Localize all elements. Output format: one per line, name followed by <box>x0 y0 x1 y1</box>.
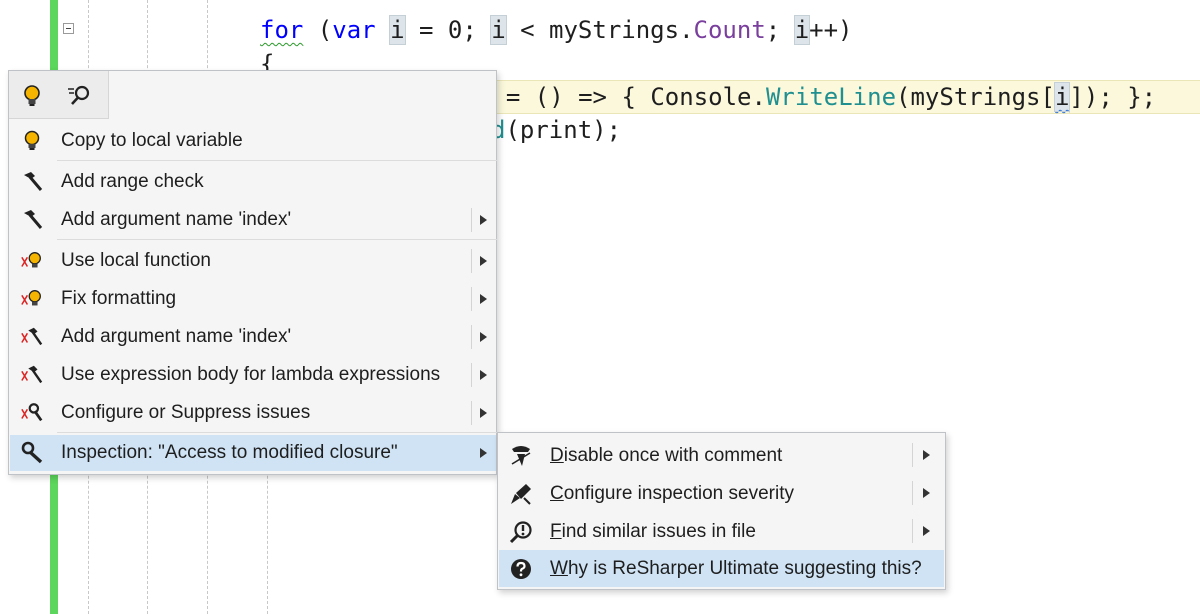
submenu-arrow-icon[interactable] <box>923 526 930 536</box>
submenu-arrow-icon[interactable] <box>480 370 487 380</box>
submenu-arrow-icon[interactable] <box>923 488 930 498</box>
menu-header <box>9 71 109 119</box>
submenu-arrow-icon[interactable] <box>923 450 930 460</box>
menu-item-use-local-function[interactable]: Use local function <box>10 243 496 279</box>
bulb-icon <box>20 129 44 153</box>
hammer-icon <box>20 170 44 194</box>
submenu-divider <box>471 325 472 349</box>
submenu-arrow-icon[interactable] <box>480 215 487 225</box>
code-line-for: for (var i = 0; i < myStrings.Count; i++… <box>260 14 853 46</box>
hammer-scope-icon <box>20 363 44 387</box>
submenu-divider <box>471 287 472 311</box>
code-text: (print); <box>505 116 622 144</box>
submenu-arrow-icon[interactable] <box>480 448 487 458</box>
mnemonic-letter: F <box>550 521 562 542</box>
menu-item-label: Fix formatting <box>61 288 177 309</box>
code-text: ( <box>303 16 333 44</box>
submenu-item-why-suggesting[interactable]: Why is ReSharper Ultimate suggesting thi… <box>499 550 944 587</box>
hammer-scope-icon <box>20 325 44 349</box>
code-text: = () => { <box>491 83 651 111</box>
submenu-arrow-icon[interactable] <box>480 294 487 304</box>
submenu-item-disable-once[interactable]: Disable once with comment <box>499 437 944 474</box>
code-text: ; <box>765 16 795 44</box>
label-text: isable once with comment <box>563 445 783 466</box>
submenu-item-find-similar[interactable]: Find similar issues in file <box>499 513 944 550</box>
mnemonic-letter: D <box>550 445 564 466</box>
menu-item-add-range-check[interactable]: Add range check <box>10 164 496 200</box>
label-text: hy is ReSharper Ultimate suggesting this… <box>567 558 922 579</box>
menu-item-fix-formatting[interactable]: Fix formatting <box>10 281 496 317</box>
submenu-item-label: Why is ReSharper Ultimate suggesting thi… <box>550 558 922 580</box>
submenu-item-label: Configure inspection severity <box>550 483 794 505</box>
submenu-arrow-icon[interactable] <box>480 408 487 418</box>
keyword-var: var <box>332 16 376 44</box>
code-text: < myStrings. <box>505 16 694 44</box>
menu-item-add-argument-name-scope[interactable]: Add argument name 'index' <box>10 319 496 355</box>
alt-enter-menu: Copy to local variable Add range check A… <box>8 70 497 475</box>
variable-i[interactable]: i <box>389 15 406 45</box>
bulb-scope-icon <box>20 287 44 311</box>
mnemonic-letter: W <box>550 558 568 579</box>
find-issues-icon <box>509 520 533 544</box>
code-text: ++) <box>809 16 853 44</box>
variable-i[interactable]: i <box>490 15 507 45</box>
wrench-scope-icon <box>20 401 44 425</box>
search-actions-icon[interactable] <box>67 83 93 109</box>
menu-item-label: Use local function <box>61 250 211 271</box>
submenu-item-label: Disable once with comment <box>550 445 782 467</box>
submenu-divider <box>471 249 472 273</box>
menu-item-label: Use expression body for lambda expressio… <box>61 364 441 385</box>
submenu-item-configure-severity[interactable]: Configure inspection severity <box>499 475 944 512</box>
menu-item-label: Copy to local variable <box>61 130 243 151</box>
submenu-divider <box>471 208 472 232</box>
collapse-toggle[interactable] <box>63 23 74 34</box>
submenu-divider <box>912 443 913 467</box>
menu-item-inspection[interactable]: Inspection: "Access to modified closure" <box>10 435 496 471</box>
hammer-icon <box>20 208 44 232</box>
code-text: ]); }; <box>1069 83 1157 111</box>
help-icon <box>509 557 533 581</box>
submenu-divider <box>471 401 472 425</box>
configure-severity-icon <box>509 482 533 506</box>
inspection-submenu: Disable once with comment Configure insp… <box>497 432 946 590</box>
mnemonic-letter: C <box>550 483 564 504</box>
menu-item-configure-or-suppress[interactable]: Configure or Suppress issues <box>10 395 496 431</box>
wrench-icon <box>20 441 44 465</box>
label-text: ind similar issues in file <box>561 521 756 542</box>
submenu-divider <box>471 363 472 387</box>
method-writeline: WriteLine <box>765 83 897 111</box>
menu-separator <box>57 160 497 161</box>
bulb-scope-icon <box>20 249 44 273</box>
submenu-arrow-icon[interactable] <box>480 332 487 342</box>
code-line-add: d(print); <box>491 114 621 146</box>
submenu-item-label: Find similar issues in file <box>550 521 756 543</box>
menu-item-label: Add argument name 'index' <box>61 209 292 230</box>
class-console: Console <box>650 83 752 111</box>
menu-item-copy-to-local-variable[interactable]: Copy to local variable <box>10 123 496 159</box>
keyword-for: for <box>260 16 304 44</box>
menu-item-label: Add range check <box>61 171 204 192</box>
menu-separator <box>57 239 497 240</box>
property-count: Count <box>693 16 766 44</box>
submenu-arrow-icon[interactable] <box>480 256 487 266</box>
code-text: . <box>751 83 766 111</box>
disable-comment-icon <box>509 444 533 468</box>
variable-i[interactable]: i <box>1053 82 1071 112</box>
submenu-divider <box>912 519 913 543</box>
label-text: onfigure inspection severity <box>563 483 794 504</box>
code-text: (myStrings[ <box>896 83 1055 111</box>
bulb-icon[interactable] <box>19 83 45 109</box>
submenu-divider <box>912 481 913 505</box>
menu-separator <box>57 432 497 433</box>
menu-item-add-argument-name[interactable]: Add argument name 'index' <box>10 202 496 238</box>
variable-i[interactable]: i <box>793 15 811 45</box>
code-text: = 0; <box>404 16 492 44</box>
menu-item-label: Inspection: "Access to modified closure" <box>61 442 398 463</box>
menu-item-label: Configure or Suppress issues <box>61 402 311 423</box>
menu-item-label: Add argument name 'index' <box>61 326 292 347</box>
menu-item-use-expression-body[interactable]: Use expression body for lambda expressio… <box>10 357 496 393</box>
